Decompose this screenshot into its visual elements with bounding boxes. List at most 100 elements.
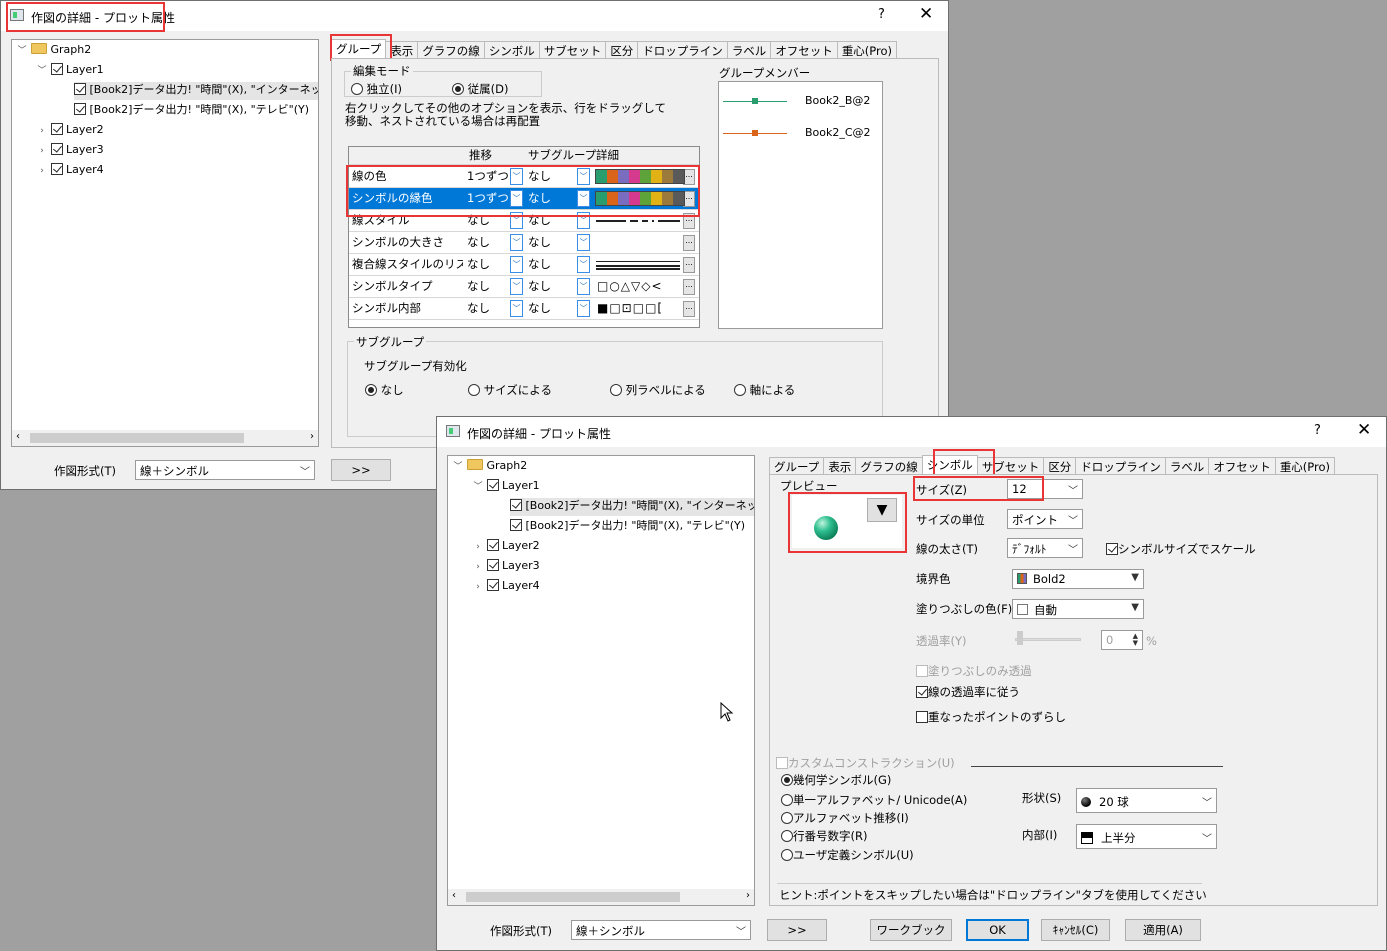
construction-option[interactable]: 単一アルファベット/ Unicode(A) [781,792,967,808]
more-button[interactable]: >> [767,919,827,941]
close-button[interactable]: ✕ [1357,420,1371,440]
tab-display[interactable]: 表示 [385,41,419,59]
plot2-checkbox[interactable] [510,519,522,531]
chevron-down-icon[interactable]: ﹀ [510,190,523,207]
subgroup-by-column-label[interactable]: 列ラベルによる [610,382,706,398]
collapse-arrow-icon[interactable]: › [37,163,47,179]
tree-layer3[interactable]: › Layer3 [473,558,540,576]
fill-only-checkbox[interactable] [916,665,928,677]
plot-tree[interactable]: ﹀ Graph2 ﹀ Layer1 [Book2]データ出力! "時間"(X),… [447,455,755,906]
tree-scrollbar[interactable]: ‹ › [448,889,754,905]
subgroup-by-axis[interactable]: 軸による [734,382,795,398]
tree-plot2[interactable]: [Book2]データ出力! "時間"(X), "テレビ"(Y) [74,102,309,120]
tree-layer1[interactable]: ﹀ Layer1 [473,478,540,496]
help-button[interactable]: ? [1314,423,1321,438]
radio-icon[interactable] [781,774,793,786]
tree-layer4[interactable]: › Layer4 [37,162,104,180]
layer4-checkbox[interactable] [50,163,63,175]
grid-row[interactable]: シンボル内部 なし ﹀ なし ﹀... ■□⊡□□[ [349,298,699,320]
radio-independent[interactable]: 独立(I) [351,81,402,97]
expand-arrow-icon[interactable]: ﹀ [37,63,47,79]
tab-offset[interactable]: オフセット [1208,457,1276,475]
tab-line[interactable]: グラフの線 [855,457,923,475]
more-button[interactable]: >> [331,459,391,481]
collapse-arrow-icon[interactable]: › [37,143,47,159]
close-button[interactable]: ✕ [919,4,933,24]
radio-dependent[interactable]: 従属(D) [452,81,508,97]
tab-subset[interactable]: サブセット [976,457,1045,475]
fill-only-transparent[interactable]: 塗りつぶしのみ透過 [916,663,1032,679]
size-unit-dropdown[interactable]: ポイント ﹀ [1007,509,1083,529]
tree-plot1[interactable]: [Book2]データ出力! "時間"(X), "インターネッ [510,498,754,516]
follow-line-transparency[interactable]: 線の透過率に従う [916,684,1020,700]
independent-radio-icon[interactable] [351,83,363,95]
tab-label[interactable]: ラベル [1164,457,1210,475]
chevron-down-icon[interactable]: ﹀ [510,234,523,251]
detail-button[interactable]: ... [683,235,695,251]
scroll-right-icon[interactable]: › [746,890,750,901]
tab-centroid[interactable]: 重心(Pro) [1274,457,1336,475]
tab-line[interactable]: グラフの線 [417,41,485,59]
construction-option[interactable]: 行番号数字(R) [781,828,867,844]
transparency-slider[interactable] [1015,638,1081,641]
chevron-down-icon[interactable]: ﹀ [577,212,590,229]
radio-icon[interactable] [781,849,793,861]
radio-icon[interactable] [781,794,793,806]
construction-option[interactable]: アルファベット推移(I) [781,810,909,826]
edge-color-dropdown[interactable]: Bold2 ▼ [1012,569,1144,589]
custom-construction-checkbox[interactable] [776,757,788,769]
collapse-arrow-icon[interactable]: › [473,539,483,555]
radio-icon[interactable] [734,384,746,396]
offset-checkbox[interactable] [916,711,928,723]
transparency-spinner[interactable]: 0 ▲ ▼ [1101,630,1143,650]
construction-option[interactable]: 幾何学シンボル(G) [781,772,891,788]
tab-symbol[interactable]: シンボル [921,455,978,475]
plot-type-dropdown[interactable]: 線＋シンボル ﹀ [135,460,315,480]
detail-button[interactable]: ... [683,257,695,273]
grid-row[interactable]: シンボルの縁色 1つずつ ﹀ なし ﹀... [349,188,699,210]
tree-graph[interactable]: ﹀ Graph2 [17,42,91,60]
members-list[interactable]: Book2_B@2 Book2_C@2 [718,81,883,329]
detail-button[interactable]: ... [683,301,695,317]
tab-dropline[interactable]: ドロップライン [1075,457,1166,475]
radio-icon[interactable] [781,812,793,824]
tab-centroid[interactable]: 重心(Pro) [836,41,898,59]
expand-arrow-icon[interactable]: ﹀ [17,43,27,59]
tree-layer3[interactable]: › Layer3 [37,142,104,160]
chevron-down-icon[interactable]: ﹀ [510,168,523,185]
detail-button[interactable]: ... [683,279,695,295]
scroll-thumb[interactable] [30,433,244,443]
layer3-checkbox[interactable] [486,559,499,571]
line-width-dropdown[interactable]: ﾃﾞﾌｫﾙﾄ ﹀ [1007,538,1083,558]
expand-arrow-icon[interactable]: ﹀ [473,479,483,495]
chevron-down-icon[interactable]: ﹀ [577,190,590,207]
grid-row[interactable]: 複合線スタイルのリストなし﹀なし﹀... [349,254,699,276]
tree-layer1[interactable]: ﹀ Layer1 [37,62,104,80]
chevron-down-icon[interactable]: ﹀ [510,212,523,229]
member-item[interactable]: Book2_C@2 [723,126,873,142]
scroll-thumb[interactable] [466,892,680,902]
layer2-checkbox[interactable] [486,539,499,551]
tree-plot1[interactable]: [Book2]データ出力! "時間"(X), "インターネッ [74,82,318,100]
radio-icon[interactable] [468,384,480,396]
help-button[interactable]: ? [878,7,885,22]
workbook-button[interactable]: ワークブック [870,919,952,941]
layer3-checkbox[interactable] [50,143,63,155]
follow-line-checkbox[interactable] [916,686,928,698]
tab-segment[interactable]: 区分 [1043,457,1077,475]
tab-dropline[interactable]: ドロップライン [637,41,728,59]
construction-option[interactable]: ユーザ定義シンボル(U) [781,847,914,863]
custom-construction[interactable]: カスタムコンストラクション(U) [776,755,955,771]
subgroup-by-size[interactable]: サイズによる [468,382,552,398]
tab-label[interactable]: ラベル [726,41,772,59]
member-item[interactable]: Book2_B@2 [723,94,873,110]
symbol-gallery-button[interactable]: ▼ [867,498,897,522]
cancel-button[interactable]: ｷｬﾝｾﾙ(C) [1041,919,1110,941]
collapse-arrow-icon[interactable]: › [37,123,47,139]
tab-display[interactable]: 表示 [823,457,857,475]
grid-row[interactable]: 線の色 1つずつ ﹀ なし ﹀... [349,166,699,188]
tab-group[interactable]: グループ [331,39,387,59]
chevron-down-icon[interactable]: ﹀ [577,278,590,295]
tree-layer2[interactable]: › Layer2 [37,122,104,140]
scale-with-symbol[interactable]: シンボルサイズでスケール [1106,541,1256,557]
